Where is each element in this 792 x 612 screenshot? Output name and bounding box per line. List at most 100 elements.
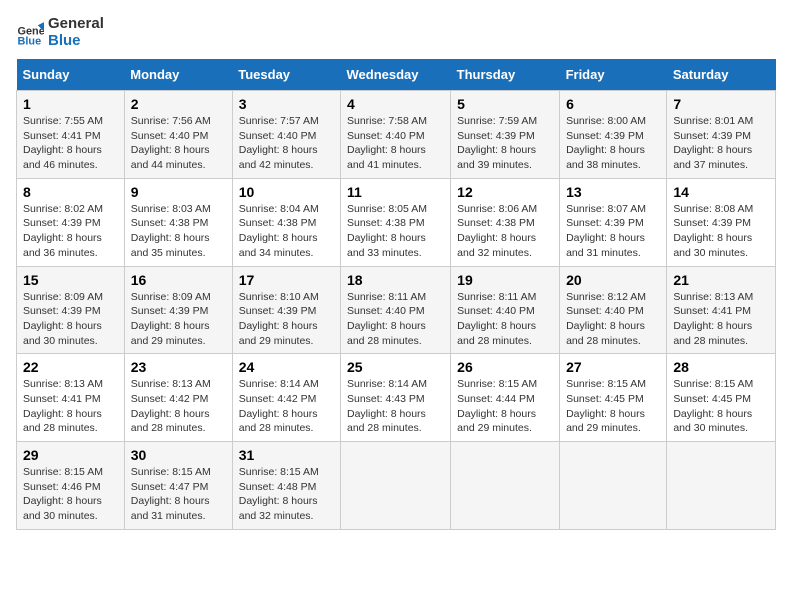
calendar-cell: 19 Sunrise: 8:11 AMSunset: 4:40 PMDaylig… xyxy=(451,266,560,354)
logo-icon: General Blue xyxy=(16,19,44,47)
day-info: Sunrise: 8:02 AMSunset: 4:39 PMDaylight:… xyxy=(23,203,103,259)
calendar-cell: 28 Sunrise: 8:15 AMSunset: 4:45 PMDaylig… xyxy=(667,354,776,442)
calendar-cell: 13 Sunrise: 8:07 AMSunset: 4:39 PMDaylig… xyxy=(560,178,667,266)
col-header-thursday: Thursday xyxy=(451,59,560,91)
col-header-tuesday: Tuesday xyxy=(232,59,340,91)
day-number: 31 xyxy=(239,447,334,463)
calendar-cell xyxy=(340,442,450,530)
day-number: 18 xyxy=(347,272,444,288)
week-row-4: 22 Sunrise: 8:13 AMSunset: 4:41 PMDaylig… xyxy=(17,354,776,442)
day-info: Sunrise: 8:03 AMSunset: 4:38 PMDaylight:… xyxy=(131,203,211,259)
day-info: Sunrise: 8:15 AMSunset: 4:48 PMDaylight:… xyxy=(239,466,319,522)
logo: General Blue General Blue xyxy=(16,16,104,49)
col-header-saturday: Saturday xyxy=(667,59,776,91)
calendar-cell: 7 Sunrise: 8:01 AMSunset: 4:39 PMDayligh… xyxy=(667,91,776,179)
calendar-cell: 14 Sunrise: 8:08 AMSunset: 4:39 PMDaylig… xyxy=(667,178,776,266)
calendar-cell: 30 Sunrise: 8:15 AMSunset: 4:47 PMDaylig… xyxy=(124,442,232,530)
calendar-cell: 31 Sunrise: 8:15 AMSunset: 4:48 PMDaylig… xyxy=(232,442,340,530)
day-info: Sunrise: 8:10 AMSunset: 4:39 PMDaylight:… xyxy=(239,291,319,347)
day-number: 2 xyxy=(131,96,226,112)
col-header-monday: Monday xyxy=(124,59,232,91)
day-number: 1 xyxy=(23,96,118,112)
day-number: 10 xyxy=(239,184,334,200)
day-number: 13 xyxy=(566,184,660,200)
calendar-cell: 26 Sunrise: 8:15 AMSunset: 4:44 PMDaylig… xyxy=(451,354,560,442)
svg-text:Blue: Blue xyxy=(18,35,42,46)
col-header-wednesday: Wednesday xyxy=(340,59,450,91)
day-info: Sunrise: 8:01 AMSunset: 4:39 PMDaylight:… xyxy=(673,115,753,171)
day-number: 15 xyxy=(23,272,118,288)
day-number: 23 xyxy=(131,359,226,375)
calendar-cell: 23 Sunrise: 8:13 AMSunset: 4:42 PMDaylig… xyxy=(124,354,232,442)
day-number: 3 xyxy=(239,96,334,112)
calendar-cell: 8 Sunrise: 8:02 AMSunset: 4:39 PMDayligh… xyxy=(17,178,125,266)
calendar-cell: 18 Sunrise: 8:11 AMSunset: 4:40 PMDaylig… xyxy=(340,266,450,354)
calendar-cell: 17 Sunrise: 8:10 AMSunset: 4:39 PMDaylig… xyxy=(232,266,340,354)
day-info: Sunrise: 8:15 AMSunset: 4:45 PMDaylight:… xyxy=(673,378,753,434)
week-row-2: 8 Sunrise: 8:02 AMSunset: 4:39 PMDayligh… xyxy=(17,178,776,266)
day-number: 14 xyxy=(673,184,769,200)
day-number: 21 xyxy=(673,272,769,288)
calendar-cell: 24 Sunrise: 8:14 AMSunset: 4:42 PMDaylig… xyxy=(232,354,340,442)
calendar-cell: 21 Sunrise: 8:13 AMSunset: 4:41 PMDaylig… xyxy=(667,266,776,354)
day-info: Sunrise: 8:13 AMSunset: 4:42 PMDaylight:… xyxy=(131,378,211,434)
calendar-table: SundayMondayTuesdayWednesdayThursdayFrid… xyxy=(16,59,776,530)
calendar-cell: 11 Sunrise: 8:05 AMSunset: 4:38 PMDaylig… xyxy=(340,178,450,266)
day-number: 7 xyxy=(673,96,769,112)
calendar-cell: 1 Sunrise: 7:55 AMSunset: 4:41 PMDayligh… xyxy=(17,91,125,179)
calendar-cell xyxy=(560,442,667,530)
day-number: 5 xyxy=(457,96,553,112)
calendar-cell xyxy=(451,442,560,530)
day-number: 11 xyxy=(347,184,444,200)
day-info: Sunrise: 7:57 AMSunset: 4:40 PMDaylight:… xyxy=(239,115,319,171)
day-number: 28 xyxy=(673,359,769,375)
day-info: Sunrise: 8:15 AMSunset: 4:46 PMDaylight:… xyxy=(23,466,103,522)
day-info: Sunrise: 8:09 AMSunset: 4:39 PMDaylight:… xyxy=(131,291,211,347)
day-info: Sunrise: 8:00 AMSunset: 4:39 PMDaylight:… xyxy=(566,115,646,171)
day-info: Sunrise: 8:14 AMSunset: 4:43 PMDaylight:… xyxy=(347,378,427,434)
calendar-cell: 20 Sunrise: 8:12 AMSunset: 4:40 PMDaylig… xyxy=(560,266,667,354)
logo-general: General xyxy=(48,16,104,33)
day-number: 29 xyxy=(23,447,118,463)
col-header-friday: Friday xyxy=(560,59,667,91)
week-row-3: 15 Sunrise: 8:09 AMSunset: 4:39 PMDaylig… xyxy=(17,266,776,354)
week-row-5: 29 Sunrise: 8:15 AMSunset: 4:46 PMDaylig… xyxy=(17,442,776,530)
calendar-cell: 5 Sunrise: 7:59 AMSunset: 4:39 PMDayligh… xyxy=(451,91,560,179)
calendar-cell: 4 Sunrise: 7:58 AMSunset: 4:40 PMDayligh… xyxy=(340,91,450,179)
logo-blue: Blue xyxy=(48,33,104,50)
day-number: 27 xyxy=(566,359,660,375)
day-info: Sunrise: 7:55 AMSunset: 4:41 PMDaylight:… xyxy=(23,115,103,171)
day-info: Sunrise: 8:13 AMSunset: 4:41 PMDaylight:… xyxy=(23,378,103,434)
day-info: Sunrise: 8:11 AMSunset: 4:40 PMDaylight:… xyxy=(457,291,536,347)
calendar-cell: 12 Sunrise: 8:06 AMSunset: 4:38 PMDaylig… xyxy=(451,178,560,266)
calendar-cell: 25 Sunrise: 8:14 AMSunset: 4:43 PMDaylig… xyxy=(340,354,450,442)
day-number: 30 xyxy=(131,447,226,463)
day-info: Sunrise: 8:09 AMSunset: 4:39 PMDaylight:… xyxy=(23,291,103,347)
calendar-cell: 16 Sunrise: 8:09 AMSunset: 4:39 PMDaylig… xyxy=(124,266,232,354)
day-info: Sunrise: 7:56 AMSunset: 4:40 PMDaylight:… xyxy=(131,115,211,171)
calendar-cell: 2 Sunrise: 7:56 AMSunset: 4:40 PMDayligh… xyxy=(124,91,232,179)
day-info: Sunrise: 8:07 AMSunset: 4:39 PMDaylight:… xyxy=(566,203,646,259)
calendar-cell: 10 Sunrise: 8:04 AMSunset: 4:38 PMDaylig… xyxy=(232,178,340,266)
day-info: Sunrise: 8:15 AMSunset: 4:45 PMDaylight:… xyxy=(566,378,646,434)
day-info: Sunrise: 8:04 AMSunset: 4:38 PMDaylight:… xyxy=(239,203,319,259)
calendar-cell: 6 Sunrise: 8:00 AMSunset: 4:39 PMDayligh… xyxy=(560,91,667,179)
calendar-cell xyxy=(667,442,776,530)
day-info: Sunrise: 8:12 AMSunset: 4:40 PMDaylight:… xyxy=(566,291,646,347)
day-info: Sunrise: 8:15 AMSunset: 4:44 PMDaylight:… xyxy=(457,378,537,434)
calendar-cell: 9 Sunrise: 8:03 AMSunset: 4:38 PMDayligh… xyxy=(124,178,232,266)
day-number: 24 xyxy=(239,359,334,375)
day-number: 25 xyxy=(347,359,444,375)
header-row: SundayMondayTuesdayWednesdayThursdayFrid… xyxy=(17,59,776,91)
col-header-sunday: Sunday xyxy=(17,59,125,91)
calendar-cell: 22 Sunrise: 8:13 AMSunset: 4:41 PMDaylig… xyxy=(17,354,125,442)
day-number: 17 xyxy=(239,272,334,288)
calendar-cell: 3 Sunrise: 7:57 AMSunset: 4:40 PMDayligh… xyxy=(232,91,340,179)
day-info: Sunrise: 8:11 AMSunset: 4:40 PMDaylight:… xyxy=(347,291,426,347)
day-number: 8 xyxy=(23,184,118,200)
day-info: Sunrise: 8:14 AMSunset: 4:42 PMDaylight:… xyxy=(239,378,319,434)
day-info: Sunrise: 7:59 AMSunset: 4:39 PMDaylight:… xyxy=(457,115,537,171)
day-info: Sunrise: 8:06 AMSunset: 4:38 PMDaylight:… xyxy=(457,203,537,259)
day-number: 19 xyxy=(457,272,553,288)
day-info: Sunrise: 8:08 AMSunset: 4:39 PMDaylight:… xyxy=(673,203,753,259)
